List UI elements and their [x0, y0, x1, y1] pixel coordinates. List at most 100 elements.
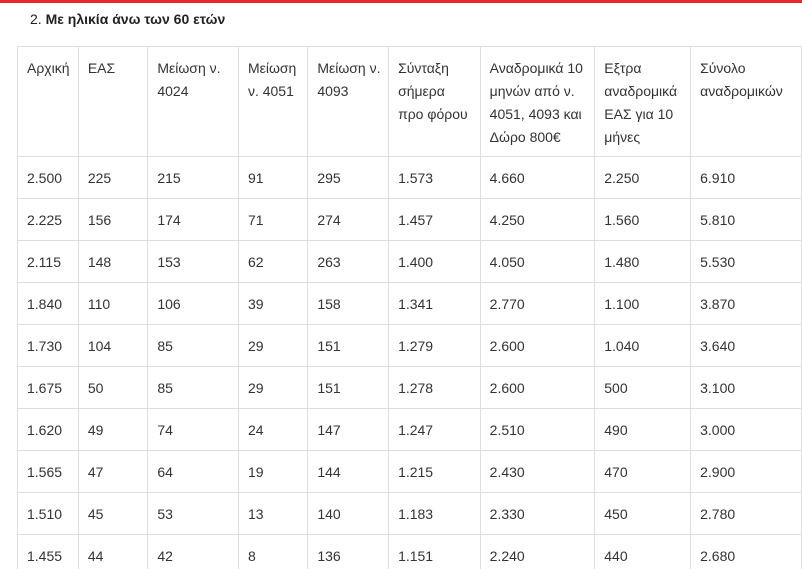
table-row: 2.115 148 153 62 263 1.400 4.050 1.480 5.530 [17, 240, 802, 283]
table-cell: 29 [237, 324, 309, 367]
table-cell: 450 [594, 492, 692, 535]
table-row: 2.225 156 174 71 274 1.457 4.250 1.560 5.810 [17, 198, 802, 241]
table-cell: 2.680 [690, 534, 802, 569]
table-cell: 3.100 [690, 366, 802, 409]
table-cell: 1.840 [17, 282, 79, 325]
table-cell: 1.455 [17, 534, 79, 569]
table-row: 1.840 110 106 39 158 1.341 2.770 1.100 3.870 [17, 282, 802, 325]
table-cell: 1.215 [388, 450, 481, 493]
table-cell: 500 [594, 366, 692, 409]
table-cell: 13 [237, 492, 309, 535]
table-cell: 47 [77, 450, 149, 493]
table-cell: 225 [77, 156, 149, 199]
table-cell: 1.730 [17, 324, 79, 367]
table-cell: 1.457 [388, 198, 481, 241]
header-cell-reduction-4093: Μείωση ν. 4093 [307, 46, 390, 157]
section-title-text: Με ηλικία άνω των 60 ετών [45, 11, 226, 27]
table-cell: 263 [307, 240, 390, 283]
table-cell: 106 [147, 282, 239, 325]
table-cell: 62 [237, 240, 309, 283]
table-cell: 1.510 [17, 492, 79, 535]
table-cell: 2.250 [594, 156, 692, 199]
table-cell: 1.183 [388, 492, 481, 535]
table-cell: 295 [307, 156, 390, 199]
table-cell: 64 [147, 450, 239, 493]
table-cell: 144 [307, 450, 390, 493]
table-cell: 153 [147, 240, 239, 283]
table-cell: 2.115 [17, 240, 79, 283]
table-cell: 6.910 [690, 156, 802, 199]
table-cell: 1.400 [388, 240, 481, 283]
table-cell: 5.530 [690, 240, 802, 283]
table-cell: 110 [77, 282, 149, 325]
table-cell: 19 [237, 450, 309, 493]
table-cell: 215 [147, 156, 239, 199]
header-cell-eas: ΕΑΣ [77, 46, 149, 157]
header-cell-pension-today: Σύνταξη σήμερα προ φόρου [388, 46, 481, 157]
table-cell: 2.430 [479, 450, 596, 493]
table-cell: 2.600 [479, 324, 596, 367]
table-cell: 1.100 [594, 282, 692, 325]
table-cell: 39 [237, 282, 309, 325]
table-row: 1.620 49 74 24 147 1.247 2.510 490 3.000 [17, 408, 802, 451]
table-cell: 1.565 [17, 450, 79, 493]
table-cell: 4.660 [479, 156, 596, 199]
table-cell: 1.247 [388, 408, 481, 451]
table-cell: 136 [307, 534, 390, 569]
table-cell: 24 [237, 408, 309, 451]
table-row: 2.500 225 215 91 295 1.573 4.660 2.250 6.910 [17, 156, 802, 199]
table-cell: 151 [307, 324, 390, 367]
table-cell: 85 [147, 324, 239, 367]
table-cell: 3.000 [690, 408, 802, 451]
table-cell: 2.330 [479, 492, 596, 535]
table-cell: 49 [77, 408, 149, 451]
section-title: 2. Με ηλικία άνω των 60 ετών [30, 10, 225, 28]
table-cell: 29 [237, 366, 309, 409]
table-cell: 2.900 [690, 450, 802, 493]
table-cell: 2.600 [479, 366, 596, 409]
table-cell: 85 [147, 366, 239, 409]
table-cell: 3.870 [690, 282, 802, 325]
table-cell: 50 [77, 366, 149, 409]
table-cell: 440 [594, 534, 692, 569]
table-cell: 42 [147, 534, 239, 569]
article-page: 2. Με ηλικία άνω των 60 ετών Αρχική ΕΑΣ … [0, 0, 802, 569]
table-cell: 1.279 [388, 324, 481, 367]
table-row: 1.565 47 64 19 144 1.215 2.430 470 2.900 [17, 450, 802, 493]
table-row: 1.510 45 53 13 140 1.183 2.330 450 2.780 [17, 492, 802, 535]
table-cell: 151 [307, 366, 390, 409]
table-cell: 74 [147, 408, 239, 451]
table-row: 1.675 50 85 29 151 1.278 2.600 500 3.100 [17, 366, 802, 409]
header-cell-reduction-4051: Μείωση ν. 4051 [237, 46, 309, 157]
header-row: Αρχική ΕΑΣ Μείωση ν. 4024 Μείωση ν. 4051… [17, 46, 802, 157]
table-cell: 274 [307, 198, 390, 241]
table-cell: 470 [594, 450, 692, 493]
table-cell: 8 [237, 534, 309, 569]
top-divider [0, 0, 802, 3]
header-cell-extra-retroactive-eas: Εξτρα αναδρομικά ΕΑΣ για 10 μήνες [594, 46, 692, 157]
table-cell: 1.560 [594, 198, 692, 241]
table-cell: 1.620 [17, 408, 79, 451]
table-cell: 2.770 [479, 282, 596, 325]
table-cell: 1.040 [594, 324, 692, 367]
table-cell: 1.573 [388, 156, 481, 199]
table-cell: 2.225 [17, 198, 79, 241]
table-cell: 147 [307, 408, 390, 451]
table-row: 1.730 104 85 29 151 1.279 2.600 1.040 3.640 [17, 324, 802, 367]
table-cell: 3.640 [690, 324, 802, 367]
table-cell: 44 [77, 534, 149, 569]
table-cell: 1.341 [388, 282, 481, 325]
table-cell: 158 [307, 282, 390, 325]
table-cell: 45 [77, 492, 149, 535]
table-cell: 148 [77, 240, 149, 283]
table-cell: 2.500 [17, 156, 79, 199]
table-body: 2.500 225 215 91 295 1.573 4.660 2.250 6.910 2.22… [17, 156, 802, 569]
table-cell: 53 [147, 492, 239, 535]
table-cell: 5.810 [690, 198, 802, 241]
table-cell: 1.480 [594, 240, 692, 283]
table-cell: 91 [237, 156, 309, 199]
table-cell: 156 [77, 198, 149, 241]
table-cell: 2.240 [479, 534, 596, 569]
table-cell: 1.151 [388, 534, 481, 569]
header-cell-initial: Αρχική [17, 46, 79, 157]
